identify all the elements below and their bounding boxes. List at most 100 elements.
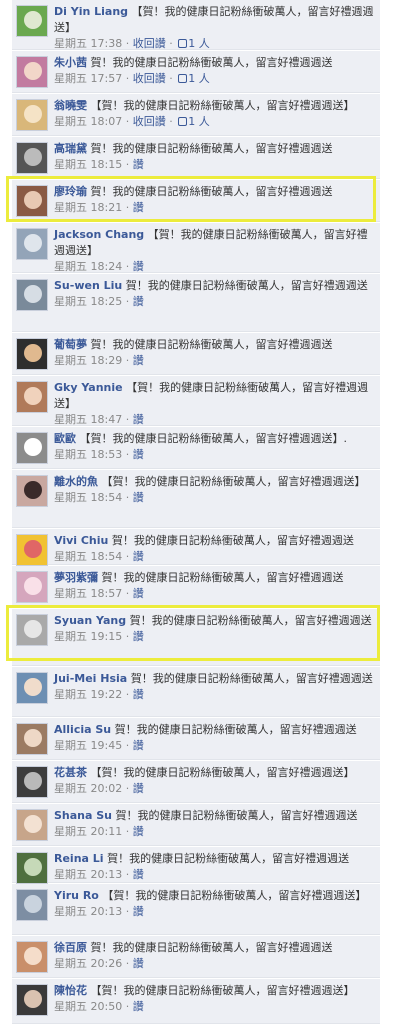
commenter-name[interactable]: Shana Su [54, 809, 112, 822]
commenter-name[interactable]: 陳怡花 [54, 984, 87, 997]
timestamp[interactable]: 星期五 18:21 [54, 201, 122, 214]
like-link[interactable]: 讚 [133, 550, 144, 563]
like-link[interactable]: 讚 [133, 688, 144, 701]
commenter-name[interactable]: 高瑞黛 [54, 142, 87, 155]
timestamp[interactable]: 星期五 18:24 [54, 260, 122, 273]
like-link[interactable]: 讚 [133, 354, 144, 367]
timestamp[interactable]: 星期五 18:54 [54, 550, 122, 563]
like-link[interactable]: 讚 [133, 630, 144, 643]
timestamp[interactable]: 星期五 18:25 [54, 295, 122, 308]
avatar[interactable] [16, 99, 48, 131]
avatar[interactable] [16, 228, 48, 260]
commenter-name[interactable]: Di Yin Liang [54, 5, 128, 18]
comment-text: 【賀！我的健康日記粉絲衝破萬人，留言好禮週週送】 [90, 99, 355, 112]
commenter-name[interactable]: 離水的魚 [54, 475, 98, 488]
commenter-name[interactable]: 廖玲瑜 [54, 185, 87, 198]
commenter-name[interactable]: Reina Li [54, 852, 104, 865]
timestamp[interactable]: 星期五 18:15 [54, 158, 122, 171]
avatar[interactable] [16, 852, 48, 884]
avatar[interactable] [16, 984, 48, 1016]
timestamp[interactable]: 星期五 17:57 [54, 72, 122, 85]
likes-count[interactable]: 1 人 [176, 115, 210, 128]
timestamp[interactable]: 星期五 20:13 [54, 905, 122, 918]
commenter-name[interactable]: 花甚茶 [54, 766, 87, 779]
comment-meta: 星期五 20:26 · 讚 [54, 957, 144, 970]
timestamp[interactable]: 星期五 20:11 [54, 825, 122, 838]
timestamp[interactable]: 星期五 20:26 [54, 957, 122, 970]
avatar[interactable] [16, 475, 48, 507]
comment-meta: 星期五 20:50 · 讚 [54, 1000, 144, 1013]
timestamp[interactable]: 星期五 20:02 [54, 782, 122, 795]
timestamp[interactable]: 星期五 19:45 [54, 739, 122, 752]
like-link[interactable]: 讚 [133, 413, 144, 426]
like-link[interactable]: 讚 [133, 260, 144, 273]
unlike-link[interactable]: 收回讚 [133, 115, 166, 128]
like-link[interactable]: 讚 [133, 448, 144, 461]
like-link[interactable]: 讚 [133, 868, 144, 881]
likes-count[interactable]: 1 人 [176, 72, 210, 85]
commenter-name[interactable]: Allicia Su [54, 723, 111, 736]
commenter-name[interactable]: 朱小茜 [54, 56, 87, 69]
timestamp[interactable]: 星期五 20:50 [54, 1000, 122, 1013]
avatar[interactable] [16, 279, 48, 311]
like-link[interactable]: 讚 [133, 201, 144, 214]
like-link[interactable]: 讚 [133, 158, 144, 171]
like-link[interactable]: 讚 [133, 295, 144, 308]
commenter-name[interactable]: 徐百原 [54, 941, 87, 954]
timestamp[interactable]: 星期五 18:07 [54, 115, 122, 128]
commenter-name[interactable]: Vivi Chiu [54, 534, 108, 547]
timestamp[interactable]: 星期五 19:22 [54, 688, 122, 701]
avatar[interactable] [16, 338, 48, 370]
timestamp[interactable]: 星期五 20:13 [54, 868, 122, 881]
avatar[interactable] [16, 56, 48, 88]
timestamp[interactable]: 星期五 19:15 [54, 630, 122, 643]
commenter-name[interactable]: 翁曉雯 [54, 99, 87, 112]
timestamp[interactable]: 星期五 18:53 [54, 448, 122, 461]
commenter-name[interactable]: Jackson Chang [54, 228, 144, 241]
comment-item: 徐百原 賀！我的健康日記粉絲衝破萬人，留言好禮週週送 星期五 20:26 · 讚 [12, 936, 380, 978]
comment-item: Jackson Chang 【賀！我的健康日記粉絲衝破萬人，留言好禮週週送】 星… [12, 223, 380, 273]
like-link[interactable]: 讚 [133, 825, 144, 838]
like-link[interactable]: 讚 [133, 1000, 144, 1013]
timestamp[interactable]: 星期五 18:54 [54, 491, 122, 504]
comment-meta: 星期五 19:22 · 讚 [54, 688, 144, 701]
avatar[interactable] [16, 766, 48, 798]
avatar[interactable] [16, 381, 48, 413]
timestamp[interactable]: 星期五 18:47 [54, 413, 122, 426]
commenter-name[interactable]: 歐歐 [54, 432, 76, 445]
avatar[interactable] [16, 571, 48, 603]
unlike-link[interactable]: 收回讚 [133, 72, 166, 85]
avatar[interactable] [16, 142, 48, 174]
avatar[interactable] [16, 5, 48, 37]
like-link[interactable]: 讚 [133, 491, 144, 504]
comment-text: 賀！我的健康日記粉絲衝破萬人，留言好禮週週送 [129, 614, 372, 627]
timestamp[interactable]: 星期五 18:57 [54, 587, 122, 600]
commenter-name[interactable]: Jui-Mei Hsia [54, 672, 127, 685]
avatar[interactable] [16, 723, 48, 755]
commenter-name[interactable]: Gky Yannie [54, 381, 123, 394]
avatar[interactable] [16, 185, 48, 217]
avatar[interactable] [16, 534, 48, 566]
timestamp[interactable]: 星期五 17:38 [54, 37, 122, 50]
commenter-name[interactable]: Yiru Ro [54, 889, 99, 902]
like-link[interactable]: 讚 [133, 905, 144, 918]
avatar[interactable] [16, 809, 48, 841]
commenter-name[interactable]: 夢羽紫彌 [54, 571, 98, 584]
unlike-link[interactable]: 收回讚 [133, 37, 166, 50]
avatar[interactable] [16, 941, 48, 973]
like-link[interactable]: 讚 [133, 782, 144, 795]
avatar[interactable] [16, 889, 48, 921]
commenter-name[interactable]: 葡萄夢 [54, 338, 87, 351]
timestamp[interactable]: 星期五 18:29 [54, 354, 122, 367]
like-link[interactable]: 讚 [133, 739, 144, 752]
comment-text: 賀！我的健康日記粉絲衝破萬人，留言好禮週週送 [90, 142, 333, 155]
avatar[interactable] [16, 614, 48, 646]
like-link[interactable]: 讚 [133, 587, 144, 600]
likes-count[interactable]: 1 人 [176, 37, 210, 50]
avatar[interactable] [16, 672, 48, 704]
avatar[interactable] [16, 432, 48, 464]
commenter-name[interactable]: Syuan Yang [54, 614, 126, 627]
comment-text: 【賀！我的健康日記粉絲衝破萬人，留言好禮週週送】 [102, 889, 367, 902]
commenter-name[interactable]: Su-wen Liu [54, 279, 122, 292]
like-link[interactable]: 讚 [133, 957, 144, 970]
